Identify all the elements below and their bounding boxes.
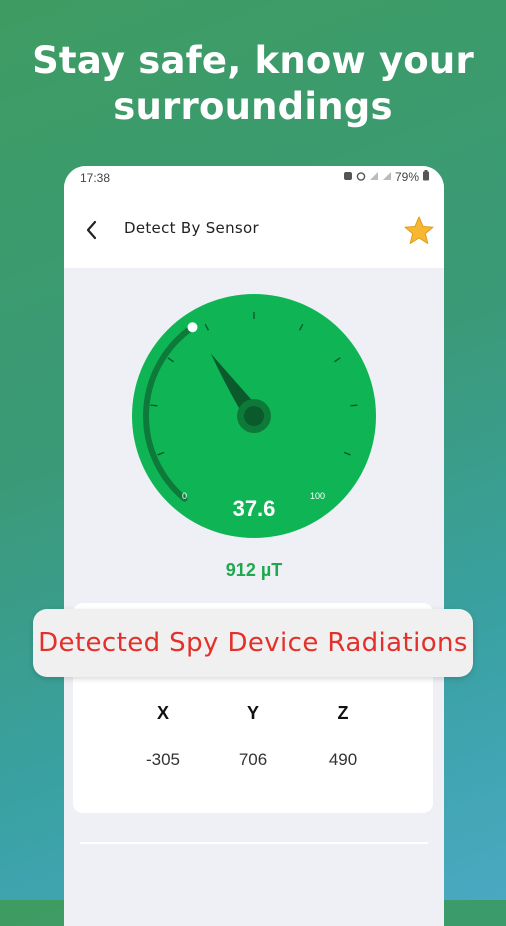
- status-icons: 79%: [343, 170, 430, 184]
- signal-icon: [382, 171, 392, 184]
- axis-z: Z 490: [303, 703, 383, 770]
- gauge-tick: [350, 404, 358, 407]
- gauge-hub-center: [244, 406, 264, 426]
- axis-value: -305: [145, 750, 181, 769]
- axis-value: 490: [328, 750, 358, 769]
- notification-icon: [343, 171, 353, 184]
- chevron-left-icon[interactable]: [82, 218, 102, 242]
- status-bar: 17:38 79%: [64, 166, 444, 192]
- gauge-reading: 37.6: [233, 496, 276, 521]
- axis-x: X -305: [123, 703, 203, 770]
- axis-label: Z: [337, 703, 349, 723]
- screen-title: Detect By Sensor: [124, 219, 259, 237]
- signal-icon: [369, 171, 379, 184]
- alert-banner: Detected Spy Device Radiations: [33, 609, 473, 677]
- gauge-min-label: 0: [182, 491, 187, 501]
- axis-label: Y: [246, 703, 259, 723]
- gauge-dial: 0 100 37.6: [132, 294, 376, 538]
- divider: [80, 842, 428, 844]
- star-icon[interactable]: [402, 214, 436, 248]
- battery-percent: 79%: [394, 170, 419, 184]
- headline-line-1: Stay safe, know your: [32, 39, 474, 82]
- gauge-progress-knob: [187, 322, 198, 333]
- battery-icon: [422, 170, 430, 184]
- magnetic-field-value: 912 µT: [225, 560, 283, 580]
- alert-banner-text: Detected Spy Device Radiations: [38, 628, 468, 658]
- axis-label: X: [156, 703, 169, 723]
- app-bar: Detect By Sensor: [64, 192, 444, 268]
- radiation-gauge: 0 100 37.6: [132, 294, 376, 538]
- alarm-icon: [356, 171, 366, 184]
- phone-screen: 17:38 79% Detect By Sensor 0 100 37.6 91…: [64, 166, 444, 926]
- promo-headline: Stay safe, know your surroundings: [0, 38, 506, 130]
- gauge-max-label: 100: [310, 491, 325, 501]
- status-time: 17:38: [80, 171, 111, 185]
- axis-y: Y 706: [213, 703, 293, 770]
- gauge-tick: [150, 404, 158, 407]
- headline-line-2: surroundings: [113, 85, 393, 128]
- axis-value: 706: [238, 750, 268, 769]
